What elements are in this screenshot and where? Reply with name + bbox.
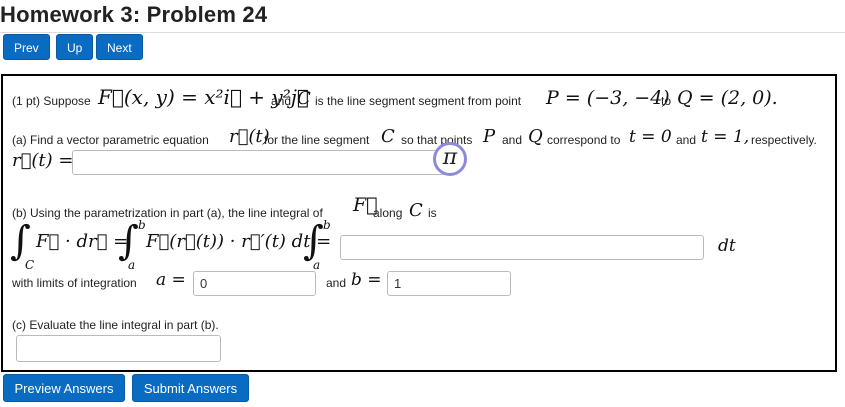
- page-title: Homework 3: Problem 24: [0, 2, 268, 27]
- integral-rhs-upper: b: [323, 218, 331, 232]
- intro-segment-text: is the line segment segment from point: [315, 94, 522, 108]
- integral-rhs-lower: a: [313, 258, 321, 272]
- dt-label: dt: [718, 236, 736, 256]
- part-a-c-symbol: C: [381, 126, 395, 147]
- up-button[interactable]: Up: [56, 34, 94, 60]
- part-b-c-symbol: C: [409, 200, 423, 221]
- integral-lhs-subscript: C: [25, 258, 35, 272]
- part-a-answer-label: r⃗(t) =: [12, 150, 74, 171]
- part-a-respectively-text: respectively.: [751, 133, 817, 147]
- part-b-along-text: along: [373, 206, 403, 220]
- integral-mid-lower: a: [128, 258, 136, 272]
- pi-icon[interactable]: π: [433, 142, 467, 176]
- limits-text: with limits of integration: [12, 276, 137, 290]
- point-p-coords: P = (−3, −4): [546, 87, 670, 109]
- limit-b-label: b =: [351, 270, 382, 290]
- part-a-p-symbol: P: [483, 126, 496, 147]
- part-a-correspond-text: correspond to: [547, 133, 621, 147]
- intro-curve-symbol: C: [297, 88, 311, 109]
- part-a-and2-text: and: [676, 133, 697, 147]
- intro-and-text: and: [271, 94, 292, 108]
- prev-button[interactable]: Prev: [3, 34, 50, 60]
- part-c-text: (c) Evaluate the line integral in part (…: [12, 318, 219, 332]
- part-a-answer-input[interactable]: [72, 150, 447, 175]
- intro-pts-text: (1 pt) Suppose: [12, 94, 91, 108]
- part-b-text: (b) Using the parametrization in part (a…: [12, 206, 323, 220]
- integral-lhs-body: F⃗ · dr⃗ =: [36, 231, 129, 252]
- part-a-text-2: for the line segment: [264, 133, 370, 147]
- limit-a-input[interactable]: [193, 271, 316, 296]
- integrand-input[interactable]: [340, 235, 704, 260]
- submit-answers-button[interactable]: Submit Answers: [132, 374, 249, 402]
- part-a-t1: t = 1,: [701, 127, 750, 147]
- part-a-t0: t = 0: [629, 127, 672, 147]
- part-b-is-text: is: [428, 206, 437, 220]
- part-a-text-3: so that points: [401, 133, 473, 147]
- part-a-text: (a) Find a vector parametric equation: [12, 133, 209, 147]
- part-a-q-symbol: Q: [528, 126, 543, 147]
- limit-b-input[interactable]: [387, 271, 511, 296]
- point-q-coords: Q = (2, 0).: [677, 87, 778, 109]
- part-a-and-text: and: [502, 133, 523, 147]
- part-c-answer-input[interactable]: [16, 335, 221, 362]
- title-divider: [0, 32, 845, 33]
- limit-a-label: a =: [156, 270, 186, 290]
- intro-to-text: to: [661, 94, 672, 108]
- limits-and-text: and: [326, 276, 347, 290]
- integral-mid-upper: b: [138, 218, 146, 232]
- preview-answers-button[interactable]: Preview Answers: [3, 374, 125, 402]
- next-button[interactable]: Next: [96, 34, 143, 60]
